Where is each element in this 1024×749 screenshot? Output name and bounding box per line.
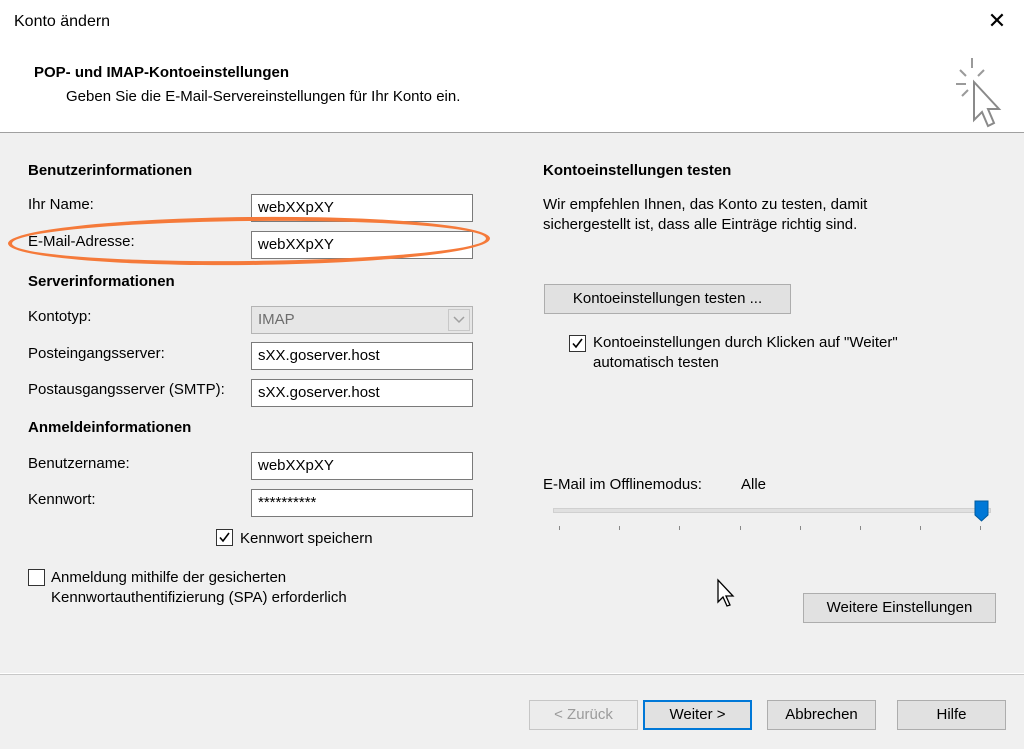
back-button[interactable]: < Zurück <box>529 700 638 730</box>
test-settings-button[interactable]: Kontoeinstellungen testen ... <box>544 284 791 314</box>
offline-mode-value: Alle <box>741 476 767 493</box>
username-field[interactable]: webXXpXY <box>251 452 473 480</box>
cancel-button[interactable]: Abbrechen <box>767 700 876 730</box>
slider-tick <box>679 526 680 530</box>
save-password-checkbox[interactable] <box>216 529 233 546</box>
slider-tick <box>619 526 620 530</box>
checkmark-icon <box>572 338 583 349</box>
login-info-section: Anmeldeinformationen <box>28 419 192 436</box>
spa-checkbox[interactable] <box>28 569 45 586</box>
header-subtitle: Geben Sie die E-Mail-Servereinstellungen… <box>66 88 461 105</box>
incoming-server-field[interactable]: sXX.goserver.host <box>251 342 473 370</box>
offline-mode-label: E-Mail im Offlinemodus: <box>543 476 702 493</box>
slider-tick <box>980 526 981 530</box>
auto-test-label-line-1[interactable]: Kontoeinstellungen durch Klicken auf "We… <box>593 334 898 351</box>
slider-tick <box>920 526 921 530</box>
server-info-section: Serverinformationen <box>28 273 175 290</box>
spa-label-line-1[interactable]: Anmeldung mithilfe der gesicherten <box>51 569 286 586</box>
header-title: POP- und IMAP-Kontoeinstellungen <box>34 64 289 81</box>
slider-tick <box>740 526 741 530</box>
account-type-select: IMAP <box>251 306 473 334</box>
slider-tick <box>800 526 801 530</box>
test-description-line-2: sichergestellt ist, dass alle Einträge r… <box>543 216 858 233</box>
test-section: Kontoeinstellungen testen <box>543 162 732 179</box>
user-info-section: Benutzerinformationen <box>28 162 193 179</box>
wizard-cursor-icon <box>956 58 1002 128</box>
slider-tick <box>860 526 861 530</box>
help-button[interactable]: Hilfe <box>897 700 1006 730</box>
name-label: Ihr Name: <box>28 196 94 213</box>
auto-test-checkbox[interactable] <box>569 335 586 352</box>
spa-label-line-2[interactable]: Kennwortauthentifizierung (SPA) erforder… <box>51 589 347 606</box>
test-description-line-1: Wir empfehlen Ihnen, das Konto zu testen… <box>543 196 868 213</box>
mouse-cursor-icon <box>717 578 735 607</box>
outgoing-server-field[interactable]: sXX.goserver.host <box>251 379 473 407</box>
incoming-server-label: Posteingangsserver: <box>28 345 165 362</box>
account-type-label: Kontotyp: <box>28 308 92 325</box>
offline-slider-thumb[interactable] <box>974 500 989 522</box>
close-icon[interactable]: ✕ <box>984 8 1010 34</box>
auto-test-label-line-2[interactable]: automatisch testen <box>593 354 719 371</box>
chevron-down-icon <box>448 309 470 331</box>
username-label: Benutzername: <box>28 455 130 472</box>
more-settings-button[interactable]: Weitere Einstellungen <box>803 593 996 623</box>
next-button[interactable]: Weiter > <box>643 700 752 730</box>
account-type-value: IMAP <box>258 311 295 328</box>
slider-tick <box>559 526 560 530</box>
save-password-label[interactable]: Kennwort speichern <box>240 530 373 547</box>
title-bar: Konto ändern ✕ <box>0 0 1024 46</box>
dialog-header: POP- und IMAP-Kontoeinstellungen Geben S… <box>0 46 1024 133</box>
checkmark-icon <box>219 532 230 543</box>
window-title: Konto ändern <box>14 13 111 30</box>
password-label: Kennwort: <box>28 491 96 508</box>
outgoing-server-label: Postausgangsserver (SMTP): <box>28 381 225 398</box>
password-field[interactable]: ********** <box>251 489 473 517</box>
offline-slider-track[interactable] <box>553 508 991 513</box>
